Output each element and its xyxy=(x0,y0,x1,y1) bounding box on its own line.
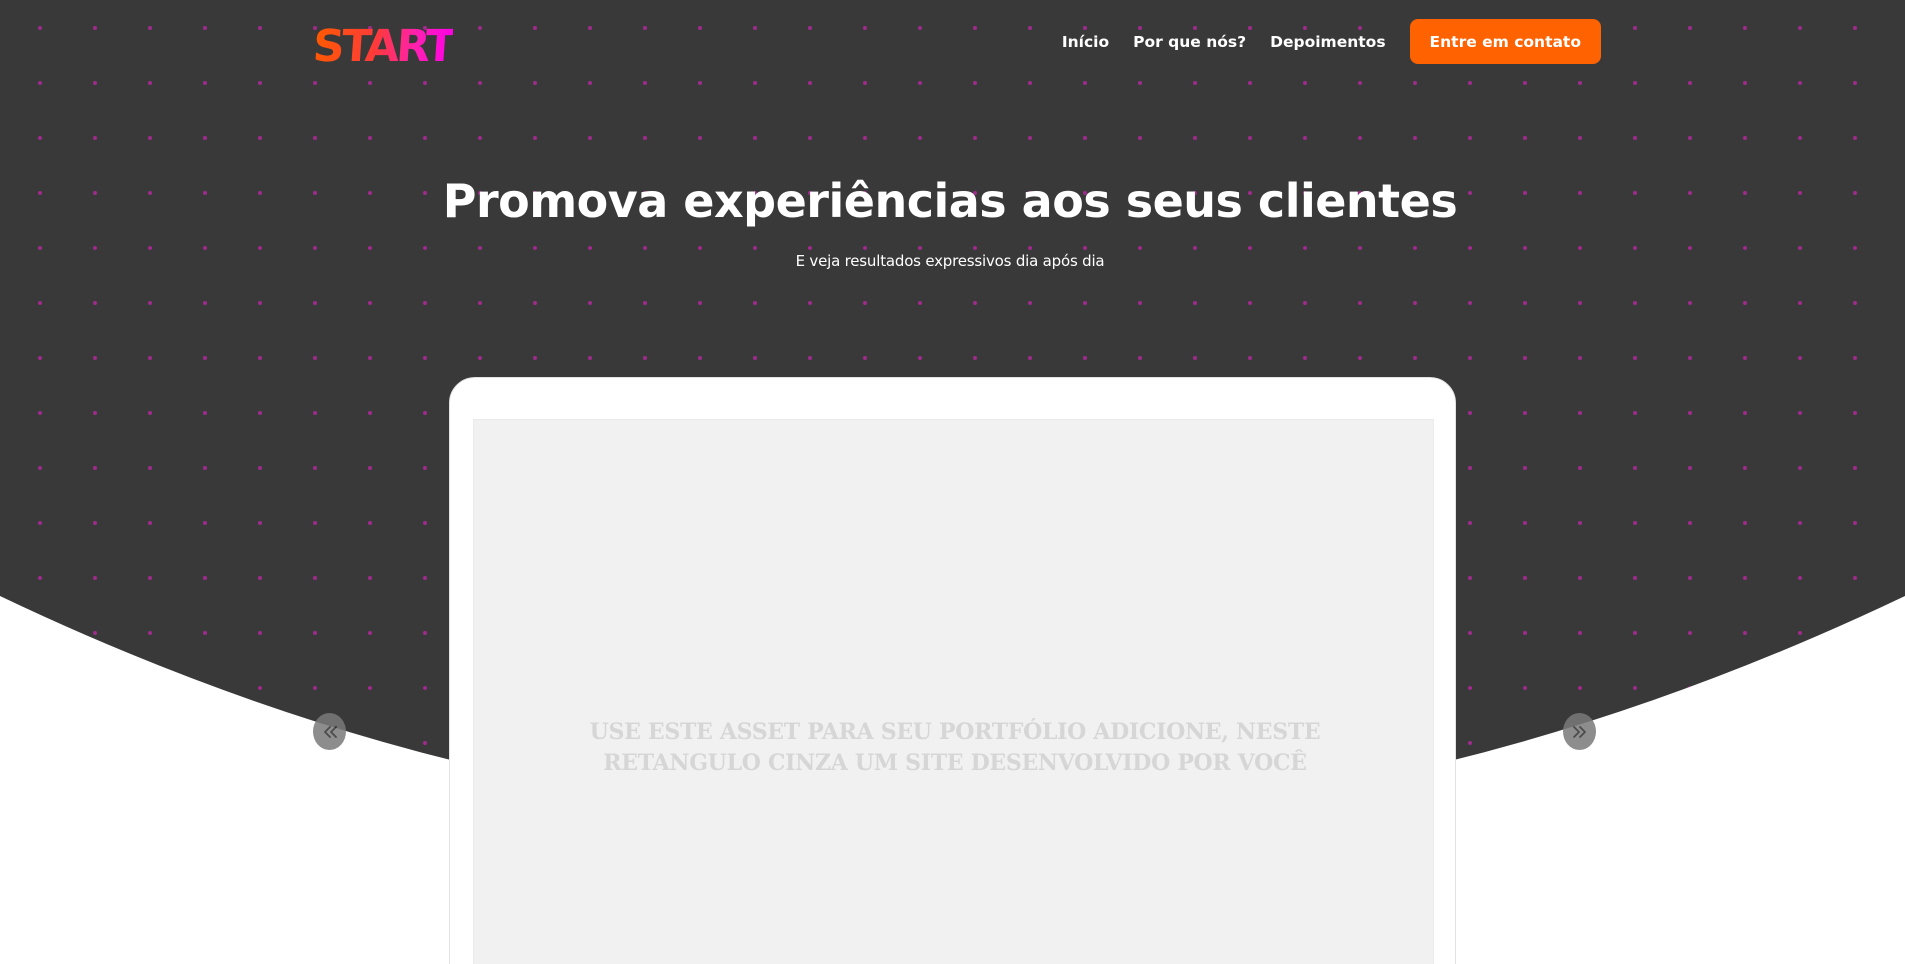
start-logo[interactable]: START xyxy=(311,21,454,72)
carousel-prev-button[interactable] xyxy=(313,713,346,750)
device-mockup: USE ESTE ASSET PARA SEU PORTFÓLIO ADICIO… xyxy=(449,377,1456,964)
placeholder-line-2: RETANGULO CINZA UM SITE DESENVOLVIDO POR… xyxy=(603,750,1307,776)
nav-link-inicio[interactable]: Início xyxy=(1062,33,1109,51)
double-chevron-left-icon xyxy=(323,725,337,738)
double-chevron-right-icon xyxy=(1572,725,1586,738)
hero-title: Promova experiências aos seus clientes xyxy=(442,174,1458,228)
nav-link-depoimentos[interactable]: Depoimentos xyxy=(1270,33,1385,51)
placeholder-line-1: USE ESTE ASSET PARA SEU PORTFÓLIO ADICIO… xyxy=(589,719,1321,745)
main-nav: Início Por que nós? Depoimentos Entre em… xyxy=(1038,19,1601,64)
placeholder-text: USE ESTE ASSET PARA SEU PORTFÓLIO ADICIO… xyxy=(432,717,1478,779)
landing-page: START Início Por que nós? Depoimentos En… xyxy=(0,0,1905,964)
hero-subtitle: E veja resultados expressivos dia após d… xyxy=(795,252,1105,270)
carousel-next-button[interactable] xyxy=(1563,713,1596,750)
nav-link-por-que-nos[interactable]: Por que nós? xyxy=(1133,33,1246,51)
portfolio-screen-placeholder: USE ESTE ASSET PARA SEU PORTFÓLIO ADICIO… xyxy=(473,419,1434,964)
contact-button[interactable]: Entre em contato xyxy=(1409,19,1601,64)
